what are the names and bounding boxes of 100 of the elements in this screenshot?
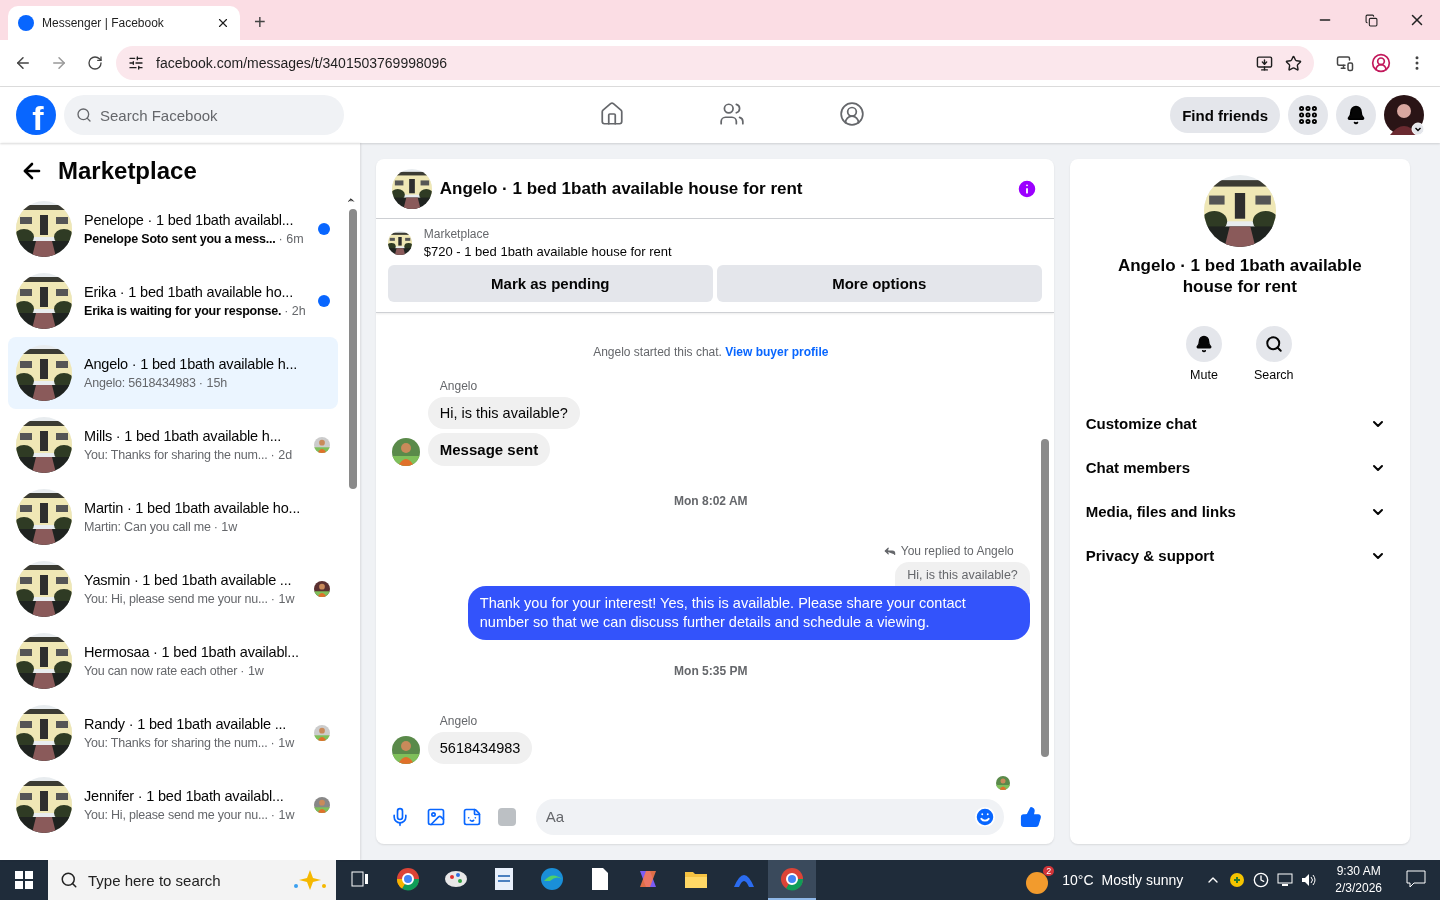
bookmark-icon[interactable] <box>1285 54 1302 72</box>
details-section[interactable]: Media, files and links <box>1085 489 1394 534</box>
new-tab-button[interactable]: + <box>248 11 272 34</box>
listing-description: $720 - 1 bed 1bath available house for rent <box>423 244 672 259</box>
bell-icon <box>1346 105 1366 125</box>
conversation-preview: Erika is waiting for your response. <box>84 304 282 318</box>
details-section[interactable]: Customize chat <box>1085 401 1394 446</box>
menu-button[interactable] <box>1288 95 1328 135</box>
timestamp: Mon 5:35 PM <box>673 663 749 678</box>
image-icon[interactable] <box>425 806 446 827</box>
close-icon[interactable] <box>216 16 230 30</box>
volume-icon[interactable] <box>1301 873 1318 887</box>
reply-note: You replied to Angelo <box>900 544 1014 558</box>
search-field[interactable]: Search Facebook <box>64 95 344 135</box>
conversation-time: · 6m <box>278 232 304 246</box>
notepad-icon[interactable] <box>493 867 515 891</box>
conversation-time: · 1w <box>213 520 238 534</box>
restore-icon[interactable] <box>1364 13 1378 27</box>
conversation-title: Penelope · 1 bed 1bath availabl... <box>84 212 295 228</box>
conversation-preview: You: Thanks for sharing the num... <box>84 448 268 462</box>
conversation-title: Mills · 1 bed 1bath available h... <box>84 428 283 444</box>
chat-intro: Angelo started this chat. View buyer profile <box>592 345 830 359</box>
conversation-item[interactable]: Martin · 1 bed 1bath available ho... Martin: Can you call me · 1w <box>8 481 338 553</box>
clock-date: 2/3/2026 <box>1335 880 1382 897</box>
taskbar-search-field[interactable]: Type here to search <box>48 860 336 900</box>
like-icon[interactable] <box>1019 805 1042 828</box>
sticker-icon[interactable] <box>461 806 482 827</box>
tab-search-icon[interactable] <box>1336 54 1354 72</box>
back-icon[interactable] <box>14 54 32 72</box>
info-icon[interactable] <box>1015 177 1038 200</box>
conversation-item[interactable]: Randy · 1 bed 1bath available ... You: Thanks for sharing the num... · 1w <box>8 697 338 769</box>
conversation-item[interactable]: Hermosaa · 1 bed 1bath availabl... You can now rate each other · 1w <box>8 625 338 697</box>
message-field[interactable]: Aa <box>535 798 1004 835</box>
search-icon <box>1264 334 1283 353</box>
install-icon[interactable] <box>1256 54 1273 72</box>
conversation-preview: You: Thanks for sharing the num... <box>84 736 268 750</box>
conversation-time: · 1w <box>240 664 264 678</box>
browser-icon <box>780 867 804 891</box>
conversation-item[interactable]: Penelope · 1 bed 1bath availabl... Penelope Soto sent you a mess... · 6m <box>8 193 338 265</box>
sidebar-title: Marketplace <box>58 157 197 185</box>
conversation-preview: You: Hi, please send me your nu... <box>84 808 268 822</box>
chat-title: Angelo · 1 bed 1bath available house for rent <box>439 178 804 199</box>
message-bubble: Hi, is this available? <box>427 397 580 429</box>
friends-icon <box>719 100 745 127</box>
message-bubble: Thank you for your interest! Yes, this is available. Please share your contact number so that we can discuss further details and schedule a viewing. <box>467 586 1030 640</box>
groups-icon <box>839 100 865 127</box>
conversation-time: · 1w <box>270 736 295 750</box>
listing-label: Marketplace <box>423 227 491 241</box>
forward-icon[interactable] <box>50 54 68 72</box>
reply-icon <box>882 544 897 558</box>
tab-title: Messenger | Facebook <box>42 16 165 30</box>
conversation-time: · 1w <box>270 592 295 606</box>
conversation-time: · 2d <box>270 448 293 462</box>
notification-badge: 2 <box>1043 866 1055 876</box>
url-text: facebook.com/messages/t/3401503769998096 <box>156 55 449 71</box>
listing-action-button[interactable]: Mark as pending <box>387 265 713 302</box>
scrollbar-thumb[interactable] <box>1040 439 1049 757</box>
scrollbar-thumb[interactable] <box>348 209 357 489</box>
profile-avatar[interactable] <box>1384 95 1424 135</box>
conversation-preview: You: Hi, please send me your nu... <box>84 592 268 606</box>
address-bar[interactable]: facebook.com/messages/t/3401503769998096 <box>116 46 1314 80</box>
notifications-button[interactable] <box>1336 95 1376 135</box>
details-section[interactable]: Chat members <box>1085 445 1394 490</box>
site-settings-icon[interactable] <box>128 55 144 71</box>
conversation-item[interactable]: Jennifer · 1 bed 1bath availabl... You: Hi, please send me your nu... · 1w <box>8 769 338 841</box>
details-section[interactable]: Privacy & support <box>1085 533 1394 578</box>
start-icon[interactable] <box>15 871 33 889</box>
browser-tab[interactable]: Messenger | Facebook <box>8 6 240 40</box>
conversation-title: Martin · 1 bed 1bath available ho... <box>84 500 302 516</box>
buyer-profile-link[interactable]: View buyer profile <box>725 345 829 359</box>
conversation-preview: Martin: Can you call me <box>84 520 211 534</box>
conversation-preview: You can now rate each other <box>84 664 238 678</box>
conversation-item[interactable]: Mills · 1 bed 1bath available h... You: Thanks for sharing the num... · 2d <box>8 409 338 481</box>
find-friends-button[interactable]: Find friends <box>1170 97 1280 133</box>
conversation-item[interactable]: Angelo · 1 bed 1bath available h... Angelo: 5618434983 · 15h <box>8 337 338 409</box>
logo[interactable]: f <box>16 95 56 135</box>
reload-icon[interactable] <box>87 55 103 71</box>
bell-icon <box>1194 334 1213 353</box>
search-icon <box>76 107 92 123</box>
notifications-icon[interactable] <box>1406 870 1426 888</box>
sender-name: Angelo <box>439 713 478 728</box>
conversation-item[interactable]: Erika · 1 bed 1bath available ho... Erika is waiting for your response. · 2h <box>8 265 338 337</box>
listing-action-button[interactable]: More options <box>716 265 1042 302</box>
conversation-preview: Angelo: 5618434983 <box>84 376 196 390</box>
network-icon[interactable] <box>1277 873 1294 887</box>
conversation-item[interactable]: Yasmin · 1 bed 1bath available ... You: Hi, please send me your nu... · 1w <box>8 553 338 625</box>
scroll-up-icon[interactable] <box>345 195 356 205</box>
folder-icon[interactable] <box>684 869 708 889</box>
weather-icon[interactable] <box>1026 872 1049 894</box>
home-icon <box>599 100 625 127</box>
globe-icon[interactable] <box>540 867 564 891</box>
conversation-title: Randy · 1 bed 1bath available ... <box>84 716 288 732</box>
profile-icon[interactable] <box>1371 53 1391 73</box>
clock-time: 9:30 AM <box>1336 863 1381 880</box>
sender-name: Angelo <box>439 379 478 393</box>
message-bubble: 5618434983 <box>427 731 533 764</box>
file-icon[interactable] <box>591 867 609 891</box>
task-view-icon[interactable] <box>351 871 369 887</box>
active-app-button[interactable] <box>768 860 816 900</box>
browser-icon[interactable] <box>396 867 420 891</box>
